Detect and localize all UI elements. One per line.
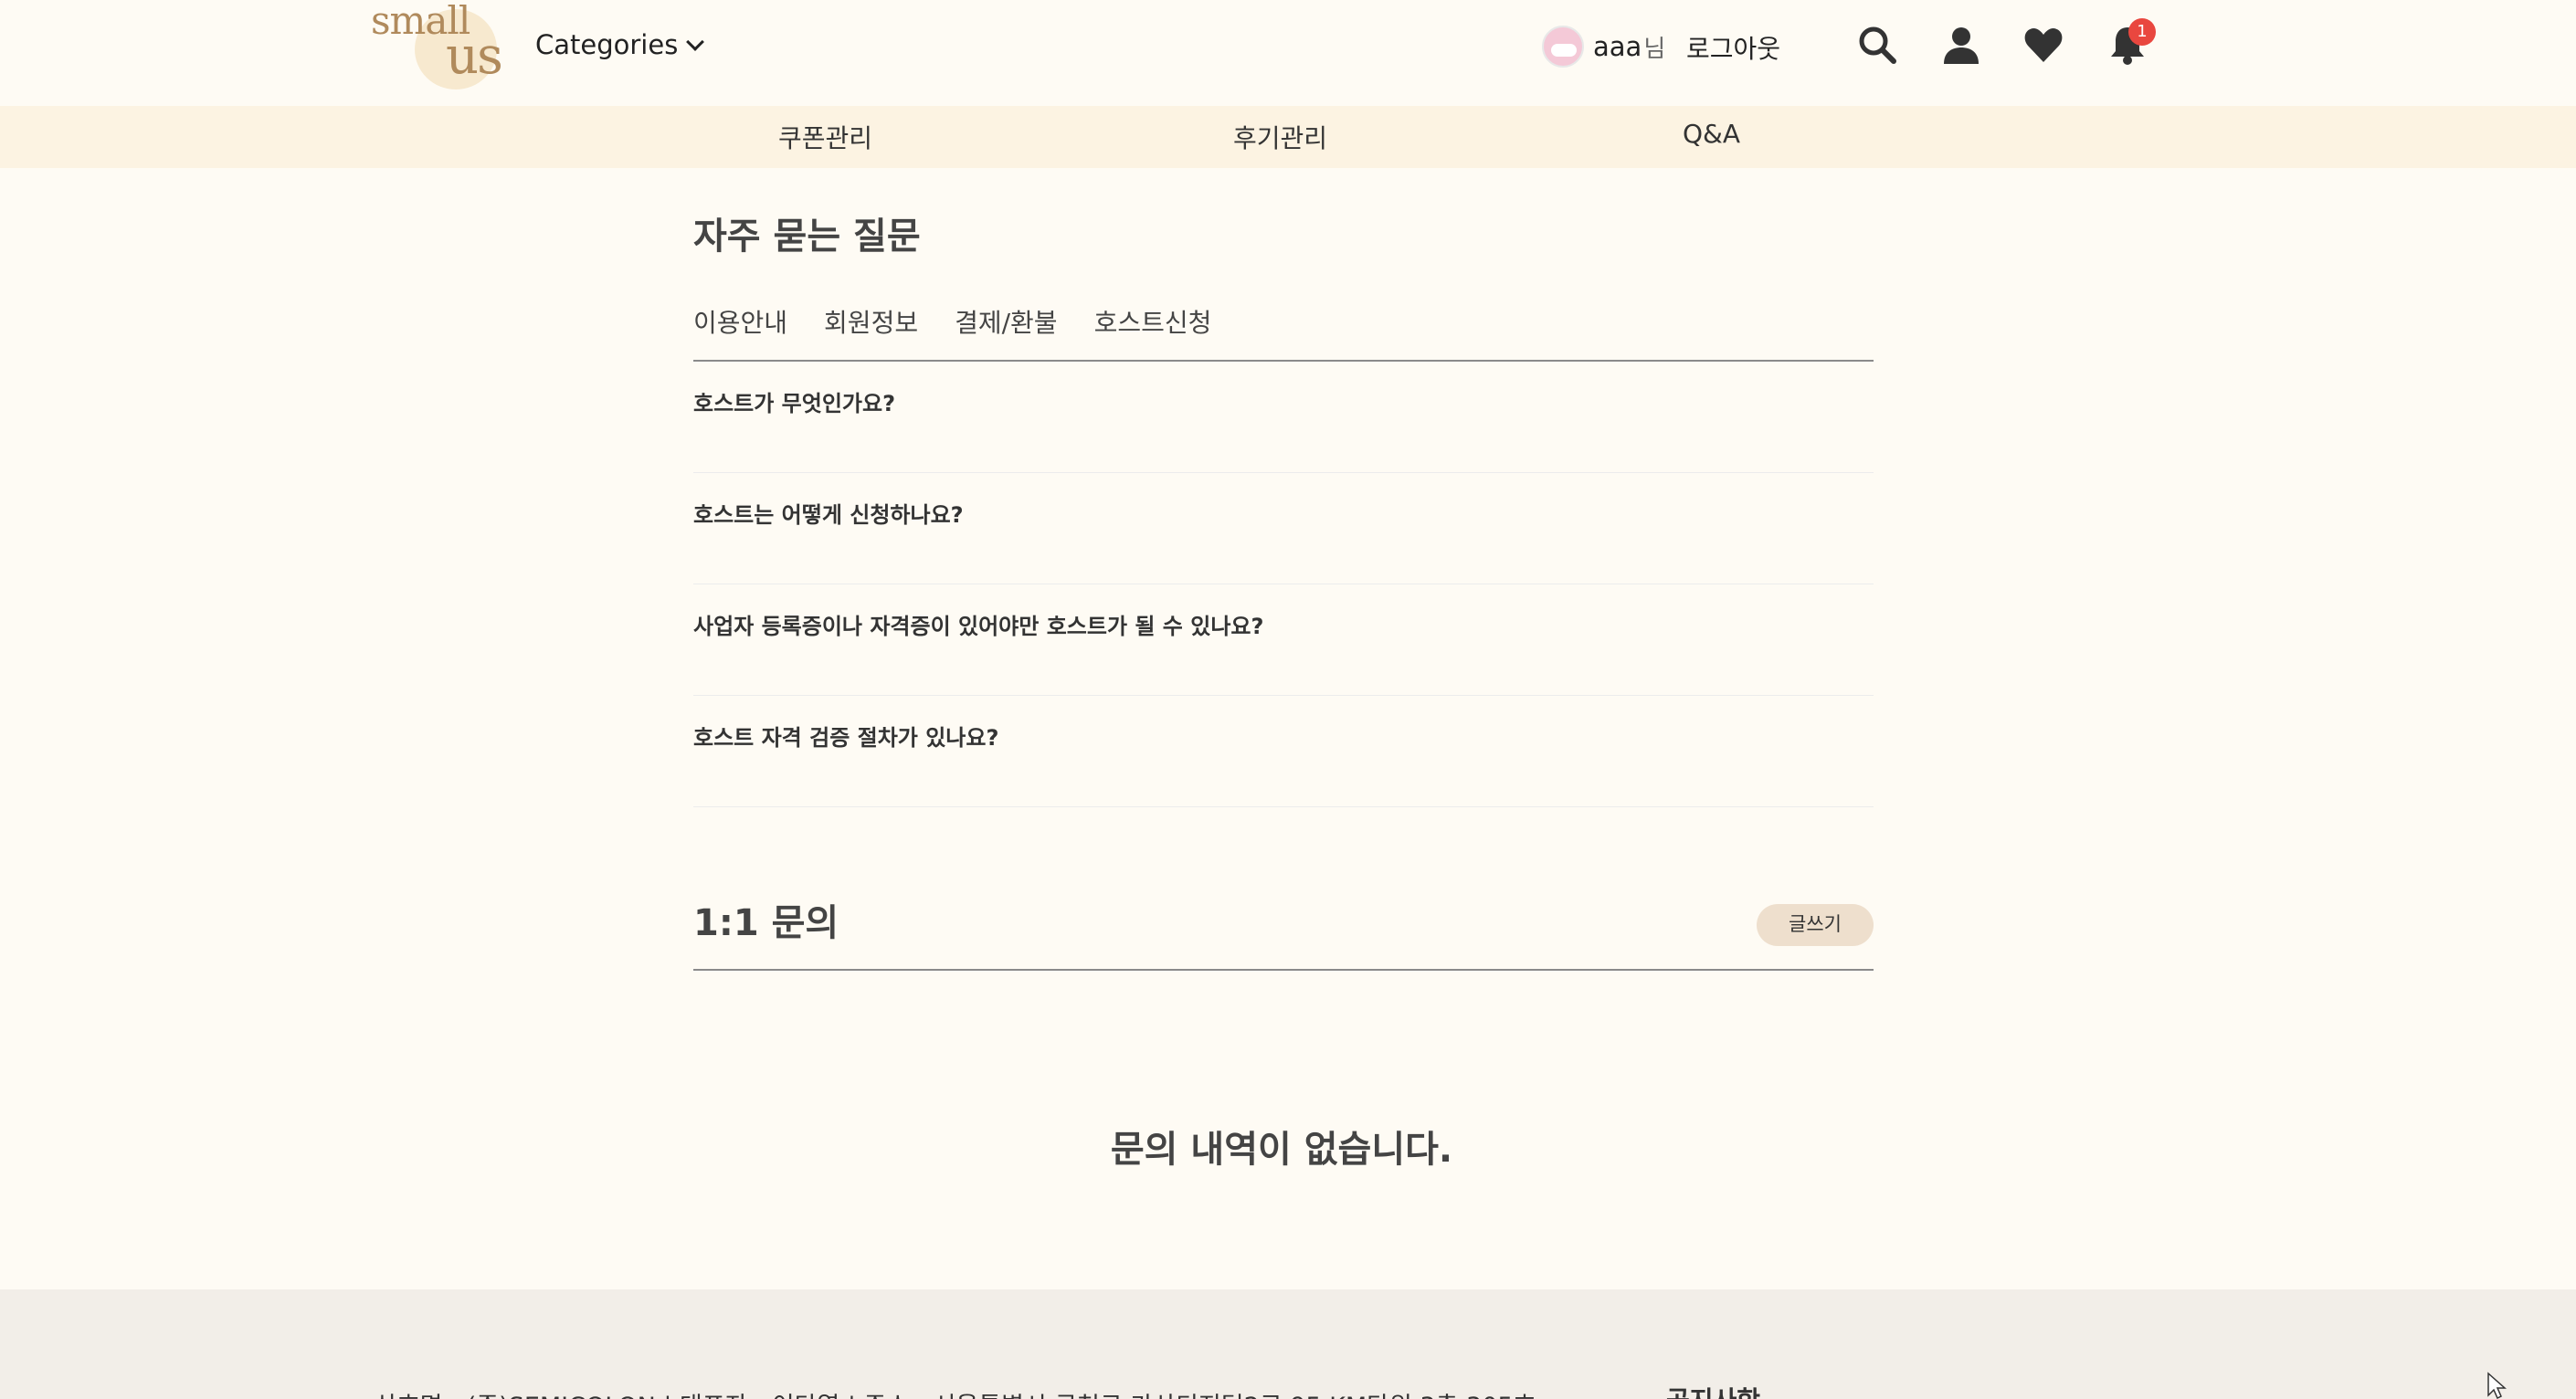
subnav-item-qna[interactable]: Q&A [1683,119,1740,149]
header: small us Categories aaa 님 로그아웃 1 [0,0,2576,106]
categories-dropdown[interactable]: Categories [535,29,705,60]
sub-navigation: 쿠폰관리 후기관리 Q&A [0,106,2576,168]
empty-inquiry-message: 문의 내역이 없습니다. [1110,1129,1453,1171]
page: small us Categories aaa 님 로그아웃 1 쿠폰관리 후기… [0,0,2576,1399]
inquiry-divider [693,969,1874,971]
faq-tabs: 이용안내 회원정보 결제/환불 호스트신청 [693,303,1211,340]
tab-usage-guide[interactable]: 이용안내 [693,303,787,340]
search-icon[interactable] [1856,24,1898,66]
faq-item[interactable]: 호스트는 어떻게 신청하나요? [693,473,1874,584]
tab-payment-refund[interactable]: 결제/환불 [955,303,1057,340]
faq-question: 호스트 자격 검증 절차가 있나요? [693,725,999,751]
faq-item[interactable]: 사업자 등록증이나 자격증이 있어야만 호스트가 될 수 있나요? [693,584,1874,696]
footer: 상호명 : (주)SEMICOLON | 대표자 : 이단열 | 주소 : 서울… [0,1289,2576,1399]
footer-company-info: 상호명 : (주)SEMICOLON | 대표자 : 이단열 | 주소 : 서울… [375,1386,1536,1399]
faq-question: 호스트는 어떻게 신청하나요? [693,502,964,528]
faq-question: 호스트가 무엇인가요? [693,391,895,416]
subnav-item-coupon[interactable]: 쿠폰관리 [778,119,872,155]
mouse-cursor-icon [2487,1372,2507,1399]
footer-notice-link[interactable]: 공지사항 [1666,1381,1760,1399]
notification-badge: 1 [2128,18,2156,46]
bell-icon[interactable]: 1 [2106,18,2156,66]
heart-icon[interactable] [2022,24,2064,66]
logo[interactable]: small us [371,2,508,89]
chevron-down-icon [686,33,705,51]
faq-question: 사업자 등록증이나 자격증이 있어야만 호스트가 될 수 있나요? [693,614,1264,639]
avatar [1542,26,1584,68]
inquiry-title: 1:1 문의 [693,902,839,944]
tab-member-info[interactable]: 회원정보 [824,303,918,340]
user-name: aaa [1593,31,1642,62]
logo-text-us: us [446,26,503,86]
logout-link[interactable]: 로그아웃 [1686,29,1780,66]
faq-title: 자주 묻는 질문 [693,216,921,258]
user-profile[interactable]: aaa 님 [1542,26,1665,68]
user-honorific: 님 [1643,35,1666,63]
tab-host-apply[interactable]: 호스트신청 [1094,303,1212,340]
categories-label: Categories [535,29,679,60]
user-icon[interactable] [1940,24,1982,66]
write-button[interactable]: 글쓰기 [1757,904,1874,946]
faq-item[interactable]: 호스트가 무엇인가요? [693,362,1874,473]
faq-item[interactable]: 호스트 자격 검증 절차가 있나요? [693,696,1874,807]
subnav-item-review[interactable]: 후기관리 [1233,119,1327,155]
